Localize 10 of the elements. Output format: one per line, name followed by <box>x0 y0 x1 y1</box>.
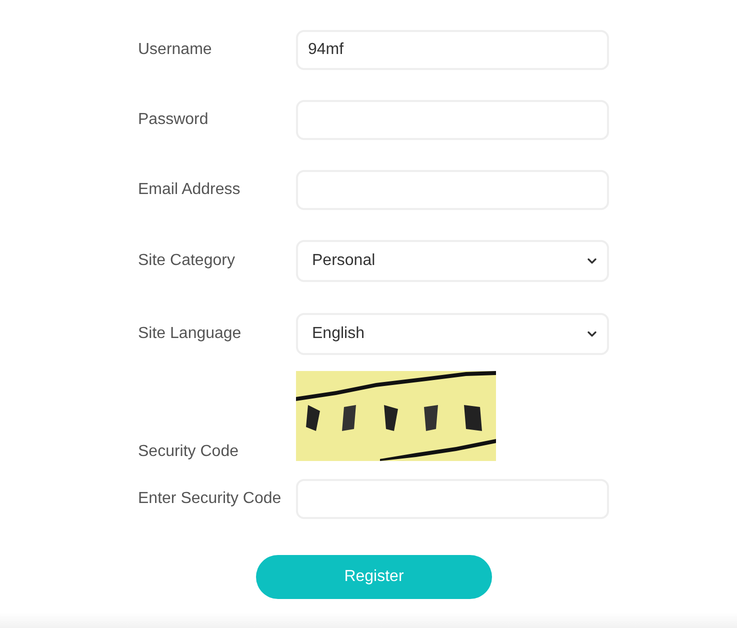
field-label: Password <box>138 111 210 129</box>
field-label: Security Code <box>138 443 240 461</box>
field-label: Email Address <box>138 181 242 199</box>
dropdown-field[interactable]: Personal <box>296 240 609 282</box>
field-label: Username <box>138 41 213 59</box>
dropdown-field[interactable]: English <box>296 313 609 355</box>
field-label: Site Category <box>138 252 236 270</box>
field-label: Site Language <box>138 325 242 343</box>
input-field[interactable]: 94mf <box>296 30 609 70</box>
field-label: Enter Security Code <box>138 490 282 508</box>
